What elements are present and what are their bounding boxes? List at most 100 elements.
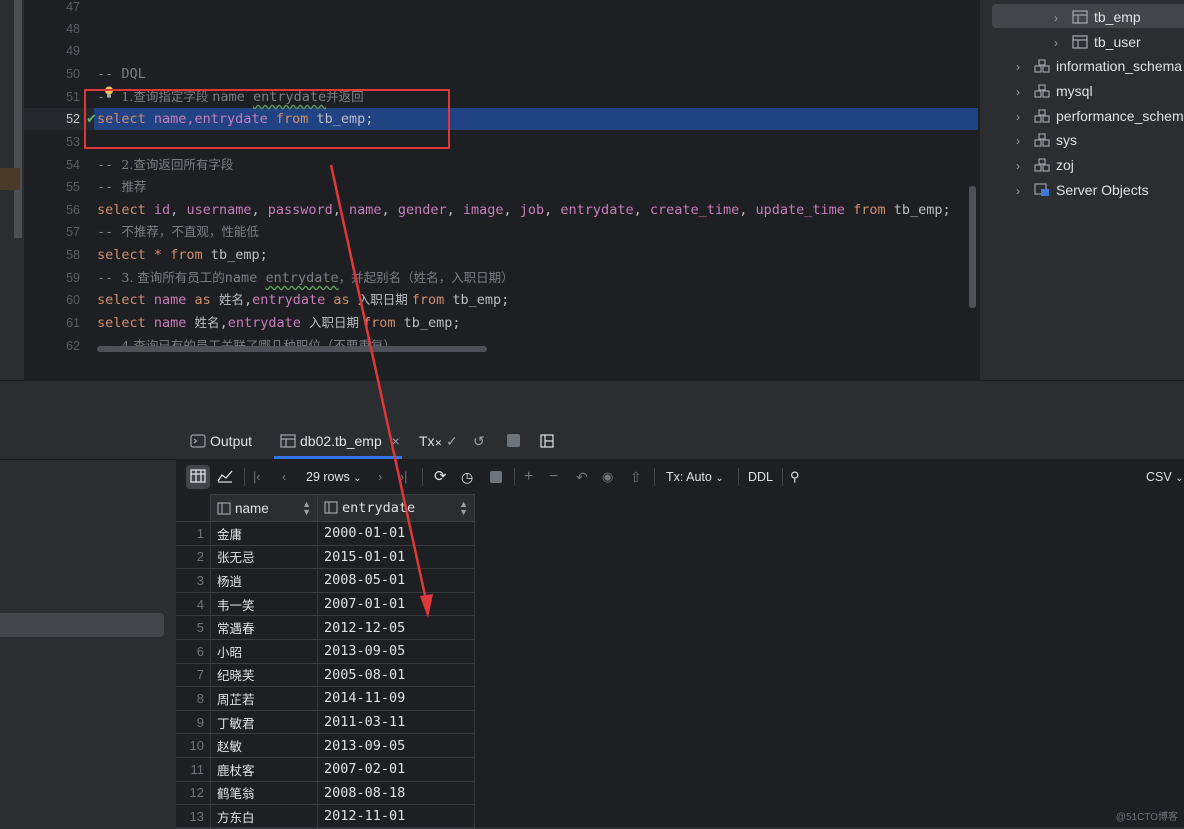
- table-row[interactable]: 8 周芷若 2014-11-09: [176, 686, 475, 711]
- chevron-right-icon[interactable]: ›: [1016, 179, 1030, 203]
- cell-name[interactable]: 鹿杖客: [210, 756, 318, 782]
- rollback-icon[interactable]: ↺: [473, 423, 485, 459]
- table-row[interactable]: 13 方东白 2012-11-01: [176, 804, 475, 829]
- cell-entrydate[interactable]: 2008-05-01: [317, 568, 475, 593]
- commit-icon[interactable]: ✓: [446, 423, 458, 459]
- table-row[interactable]: 10 赵敏 2013-09-05: [176, 733, 475, 758]
- table-row[interactable]: 9 丁敏君 2011-03-11: [176, 709, 475, 735]
- submit-icon[interactable]: ⇧: [630, 460, 642, 494]
- first-page-icon[interactable]: |‹: [253, 460, 260, 494]
- layout-icon[interactable]: [540, 423, 554, 459]
- cell-entrydate[interactable]: 2008-08-18: [317, 780, 475, 806]
- stop-query-icon[interactable]: [490, 471, 502, 483]
- chevron-right-icon[interactable]: ›: [1016, 129, 1030, 153]
- code-line-50[interactable]: -- DQL: [97, 63, 146, 85]
- cell-name[interactable]: 方东白: [210, 804, 318, 829]
- table-row[interactable]: 6 小昭 2013-09-05: [176, 638, 475, 664]
- next-page-icon[interactable]: ›: [378, 460, 382, 494]
- cell-entrydate[interactable]: 2007-02-01: [317, 756, 475, 782]
- cell-name[interactable]: 杨逍: [210, 568, 318, 593]
- code-line-55[interactable]: -- 推荐: [97, 176, 146, 198]
- cell-name[interactable]: 张无忌: [210, 544, 318, 570]
- table-row[interactable]: 2 张无忌 2015-01-01: [176, 544, 475, 570]
- cell-name[interactable]: 丁敏君: [210, 709, 318, 735]
- refresh-icon[interactable]: ⟳: [434, 460, 447, 494]
- table-row[interactable]: 7 纪晓芙 2005-08-01: [176, 662, 475, 688]
- sort-icon[interactable]: ▲ ▼: [459, 500, 468, 517]
- rows-dropdown[interactable]: 29 rows ⌄: [306, 460, 362, 494]
- tx-button[interactable]: Tx✕: [419, 423, 442, 459]
- services-selected-item[interactable]: [0, 613, 164, 637]
- pin-icon[interactable]: ⚲: [790, 460, 800, 494]
- tree-item-tb-user[interactable]: › tb_user: [1054, 30, 1141, 54]
- table-row[interactable]: 4 韦一笑 2007-01-01: [176, 591, 475, 617]
- table-row[interactable]: 3 杨逍 2008-05-01: [176, 568, 475, 593]
- cell-entrydate[interactable]: 2005-08-01: [317, 662, 475, 688]
- chevron-right-icon[interactable]: ›: [1016, 154, 1030, 178]
- add-row-icon[interactable]: +: [524, 460, 533, 494]
- chevron-right-icon[interactable]: ›: [1016, 55, 1030, 79]
- preview-icon[interactable]: ◉: [602, 460, 613, 494]
- cell-name[interactable]: 鹤笔翁: [210, 780, 318, 806]
- cell-entrydate[interactable]: 2014-11-09: [317, 686, 475, 711]
- code-line-57[interactable]: -- 不推荐，不直观，性能低: [97, 221, 259, 243]
- revert-icon[interactable]: ↶: [576, 460, 588, 494]
- chevron-right-icon[interactable]: ›: [1054, 31, 1068, 55]
- export-format-dropdown[interactable]: CSV ⌄: [1146, 460, 1184, 494]
- code-line-54[interactable]: -- 2.查询返回所有字段: [97, 154, 233, 176]
- code-line-59[interactable]: -- 3. 查询所有员工的name entrydate，并起别名（姓名，入职日期…: [97, 267, 514, 289]
- cell-name[interactable]: 常遇春: [210, 615, 318, 640]
- tree-item-tb-emp[interactable]: › tb_emp: [1054, 5, 1141, 29]
- tree-item-zoj[interactable]: › zoj: [1016, 153, 1074, 177]
- code-line-56[interactable]: select id, username, password, name, gen…: [97, 199, 951, 221]
- code-line-58[interactable]: select * from tb_emp;: [97, 244, 268, 266]
- tree-item-server-objects[interactable]: › Server Objects: [1016, 178, 1149, 202]
- table-row[interactable]: 5 常遇春 2012-12-05: [176, 615, 475, 640]
- last-page-icon[interactable]: ›|: [400, 460, 407, 494]
- stop-icon[interactable]: [507, 434, 520, 447]
- tree-item-sys[interactable]: › sys: [1016, 128, 1077, 152]
- tree-item-mysql[interactable]: › mysql: [1016, 79, 1093, 103]
- horizontal-scrollbar[interactable]: [97, 346, 487, 352]
- table-row[interactable]: 11 鹿杖客 2007-02-01: [176, 756, 475, 782]
- sort-icon[interactable]: ▲ ▼: [302, 500, 311, 517]
- sql-editor[interactable]: 47 48 49 50 51 52 ✔ 53 54 55 56 57 58 59…: [0, 0, 980, 380]
- tx-mode-dropdown[interactable]: Tx: Auto ⌄: [666, 460, 724, 494]
- chevron-right-icon[interactable]: ›: [1016, 105, 1030, 129]
- close-icon[interactable]: ×: [392, 433, 400, 449]
- vertical-scrollbar[interactable]: [969, 186, 976, 308]
- cell-entrydate[interactable]: 2013-09-05: [317, 733, 475, 758]
- cell-entrydate[interactable]: 2011-03-11: [317, 709, 475, 735]
- chevron-right-icon[interactable]: ›: [1054, 6, 1068, 30]
- chevron-right-icon[interactable]: ›: [1016, 80, 1030, 104]
- table-row[interactable]: 1 金庸 2000-01-01: [176, 521, 475, 546]
- cell-entrydate[interactable]: 2015-01-01: [317, 544, 475, 570]
- cell-name[interactable]: 纪晓芙: [210, 662, 318, 688]
- cell-name[interactable]: 周芷若: [210, 686, 318, 711]
- column-header-entrydate[interactable]: entrydate ▲ ▼: [317, 494, 475, 522]
- cell-entrydate[interactable]: 2013-09-05: [317, 638, 475, 664]
- cell-name[interactable]: 韦一笑: [210, 591, 318, 617]
- column-header-name[interactable]: name ▲ ▼: [210, 494, 318, 522]
- tree-item-performance-schema[interactable]: › performance_schema: [1016, 104, 1184, 128]
- delete-row-icon[interactable]: −: [549, 460, 558, 494]
- tab-output[interactable]: Output: [190, 423, 252, 459]
- prev-page-icon[interactable]: ‹: [282, 460, 286, 494]
- cell-entrydate[interactable]: 2012-12-05: [317, 615, 475, 640]
- table-row[interactable]: 12 鹤笔翁 2008-08-18: [176, 780, 475, 806]
- chart-view-icon[interactable]: [217, 460, 233, 494]
- history-icon[interactable]: ◷: [461, 460, 473, 494]
- cell-entrydate[interactable]: 2012-11-01: [317, 804, 475, 829]
- tree-item-information-schema[interactable]: › information_schema: [1016, 54, 1182, 78]
- cell-entrydate[interactable]: 2007-01-01: [317, 591, 475, 617]
- result-grid[interactable]: name ▲ ▼ entrydate ▲ ▼ 1 金庸 2000-01-01 2 张无忌 2…: [176, 494, 1184, 829]
- code-line-61[interactable]: select name 姓名,entrydate 入职日期 from tb_em…: [97, 312, 461, 334]
- cell-name[interactable]: 赵敏: [210, 733, 318, 758]
- tab-db02-tb-emp[interactable]: db02.tb_emp ×: [280, 423, 400, 459]
- ddl-button[interactable]: DDL: [748, 460, 773, 494]
- code-line-60[interactable]: select name as 姓名,entrydate as 入职日期 from…: [97, 289, 509, 311]
- cell-entrydate[interactable]: 2000-01-01: [317, 521, 475, 546]
- cell-name[interactable]: 金庸: [210, 521, 318, 546]
- table-view-icon[interactable]: [190, 460, 206, 494]
- cell-name[interactable]: 小昭: [210, 638, 318, 664]
